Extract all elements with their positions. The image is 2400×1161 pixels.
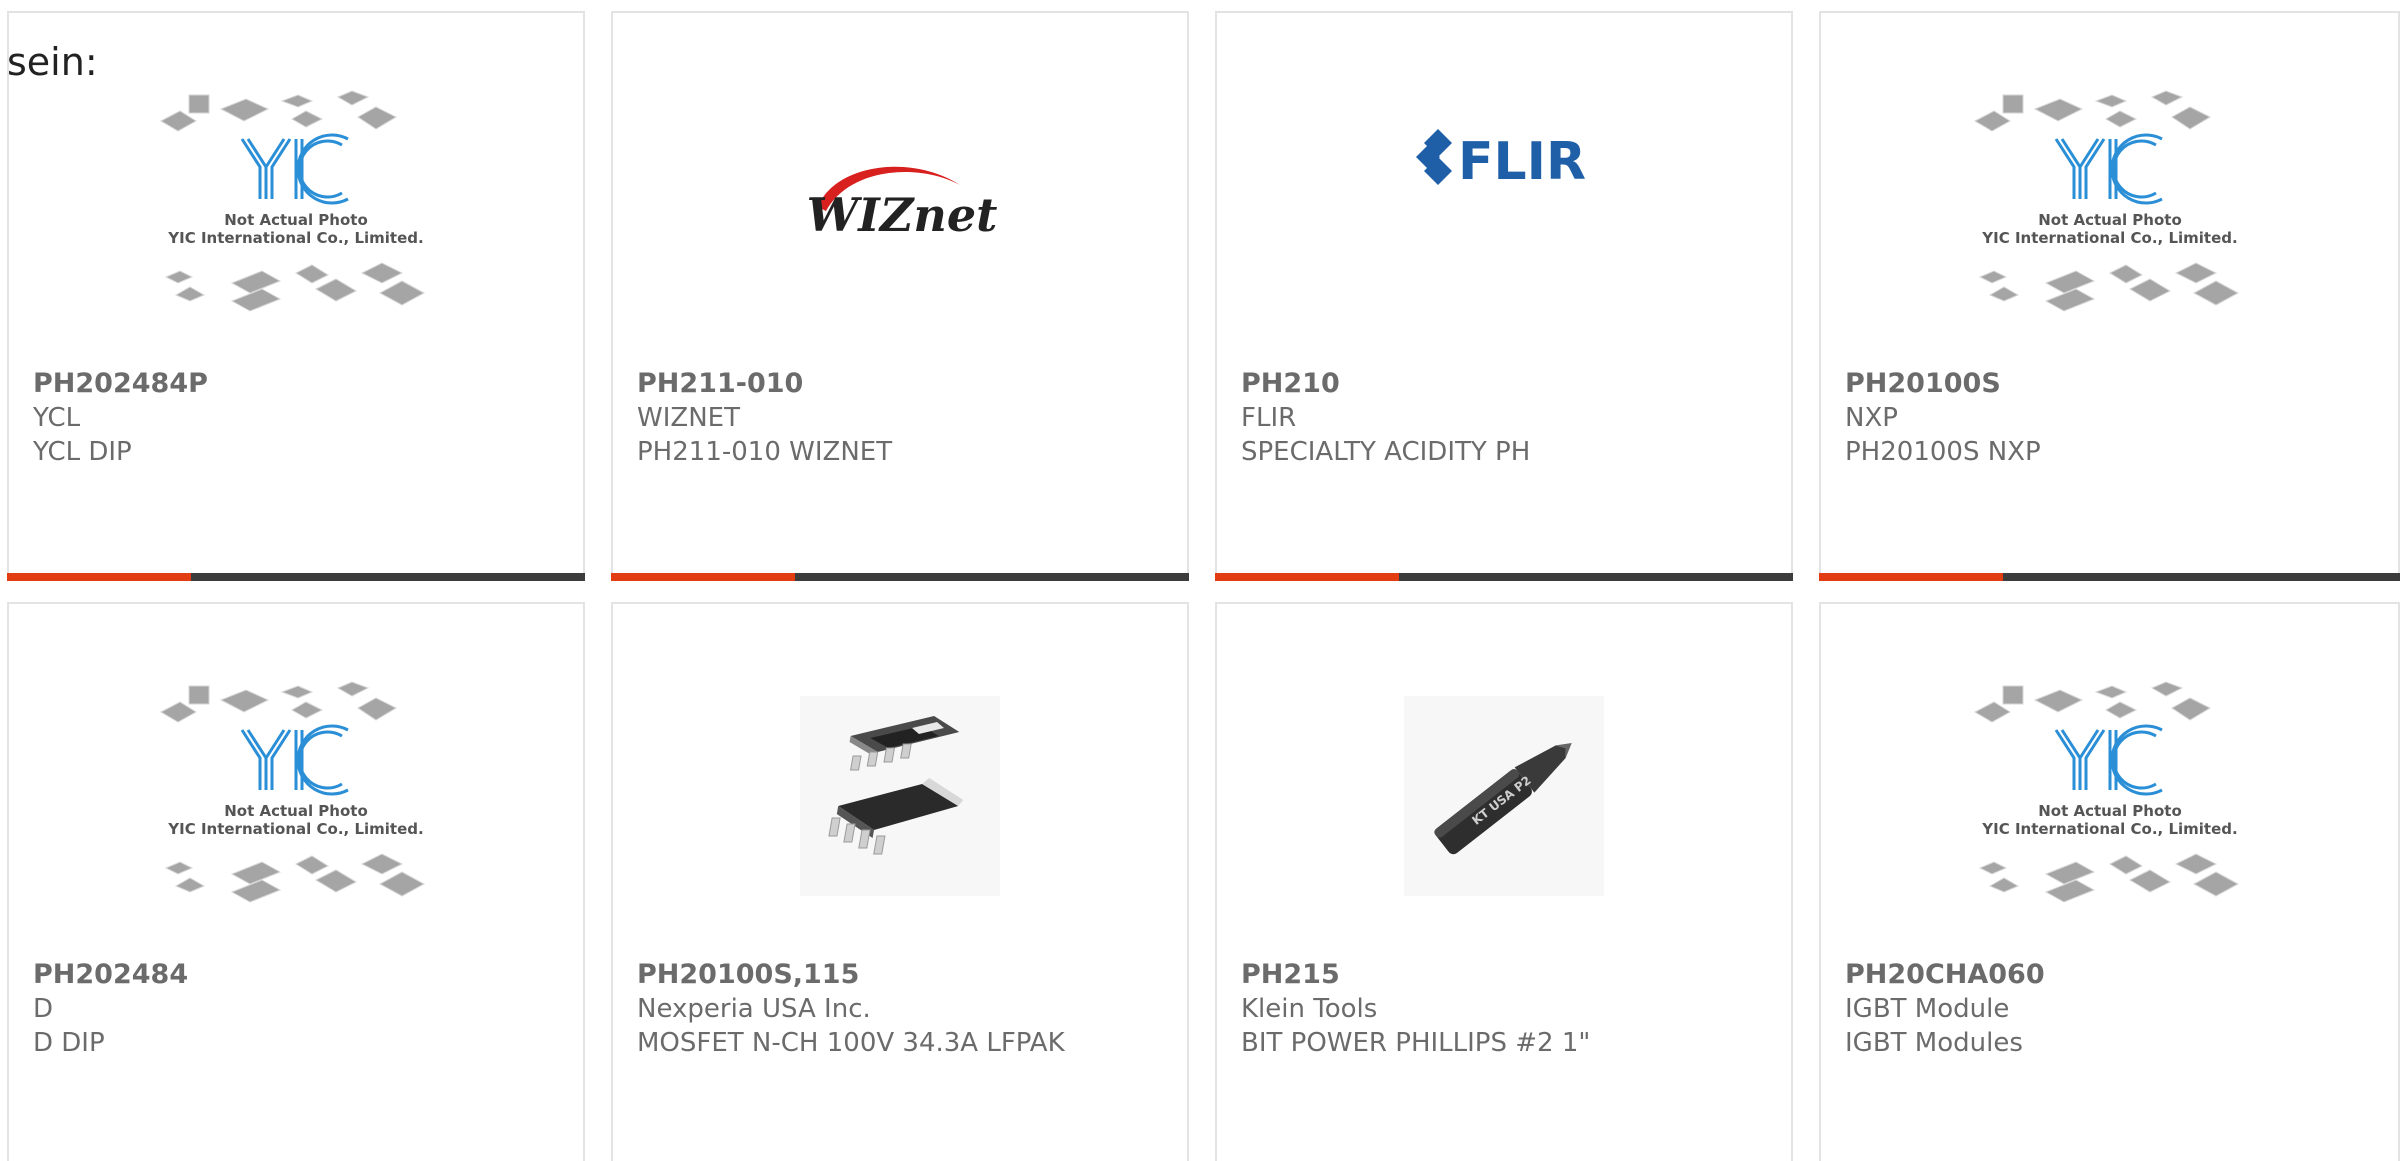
product-info: PH202484P YCL YCL DIP [33,367,563,469]
description: PH211-010 WIZNET [637,437,893,467]
description: BIT POWER PHILLIPS #2 1" [1241,1028,1591,1058]
product-info: PH20100S NXP PH20100S NXP [1845,367,2378,469]
product-image[interactable]: WIZnet [613,87,1187,323]
product-image[interactable]: Not Actual Photo YIC International Co., … [9,87,583,323]
part-number[interactable]: PH215 [1241,958,1771,992]
product-info: PH202484 D D DIP [33,958,563,1060]
card-bar-accent [611,573,795,581]
yic-placeholder-image: Not Actual Photo YIC International Co., … [159,681,426,903]
manufacturer: Klein Tools [1241,994,1378,1024]
manufacturer: NXP [1845,403,1898,433]
manufacturer: D [33,994,54,1024]
part-number[interactable]: PH20CHA060 [1845,958,2378,992]
card-progress-bar [1215,573,1793,581]
product-card[interactable]: Not Actual Photo YIC International Co., … [7,602,585,1161]
screwdriver-bit-image: KT USA P2 [1404,696,1604,896]
product-image[interactable]: KT USA P2 [1217,678,1791,914]
card-bar-accent [1819,573,2003,581]
product-info: PH20100S,115 Nexperia USA Inc. MOSFET N-… [637,958,1167,1060]
manufacturer: IGBT Module [1845,994,2010,1024]
product-info: PH215 Klein Tools BIT POWER PHILLIPS #2 … [1241,958,1771,1060]
flir-logo-text: FLIR [1458,132,1586,192]
placeholder-line2: YIC International Co., Limited. [167,820,423,838]
product-card[interactable]: PH20100S,115 Nexperia USA Inc. MOSFET N-… [611,602,1189,1161]
yic-placeholder-image: Not Actual Photo YIC International Co., … [159,90,426,312]
part-number[interactable]: PH211-010 [637,367,1167,401]
product-card[interactable]: Not Actual Photo YIC International Co., … [7,11,585,581]
product-card[interactable]: FLIR PH210 FLIR SPECIALTY ACIDITY PH [1215,11,1793,581]
part-number[interactable]: PH20100S [1845,367,2378,401]
product-card[interactable]: Not Actual Photo YIC International Co., … [1819,602,2400,1161]
description: D DIP [33,1028,105,1058]
placeholder-line2: YIC International Co., Limited. [167,229,423,247]
manufacturer: Nexperia USA Inc. [637,994,871,1024]
description: SPECIALTY ACIDITY PH [1241,437,1531,467]
card-bar-accent [1215,573,1399,581]
product-card[interactable]: KT USA P2 PH215 Klein Tools BIT POWER PH… [1215,602,1793,1161]
yic-placeholder-image: Not Actual Photo YIC International Co., … [1973,681,2239,903]
product-image[interactable] [613,678,1187,914]
part-number[interactable]: PH210 [1241,367,1771,401]
product-info: PH20CHA060 IGBT Module IGBT Modules [1845,958,2378,1060]
card-progress-bar [611,573,1189,581]
product-card[interactable]: Not Actual Photo YIC International Co., … [1819,11,2400,581]
product-image[interactable]: Not Actual Photo YIC International Co., … [9,678,583,914]
wiznet-logo-text: WIZnet [807,188,998,242]
product-image[interactable]: FLIR [1217,73,1791,273]
flir-logo: FLIR [1416,129,1586,192]
lfpak-package-image [800,696,1000,896]
product-card[interactable]: WIZnet PH211-010 WIZNET PH211-010 WIZNET [611,11,1189,581]
product-image[interactable]: Not Actual Photo YIC International Co., … [1821,87,2398,323]
yic-placeholder-image: Not Actual Photo YIC International Co., … [1973,90,2239,312]
manufacturer: WIZNET [637,403,740,433]
product-image[interactable]: Not Actual Photo YIC International Co., … [1821,678,2398,914]
placeholder-line2: YIC International Co., Limited. [1981,229,2237,247]
manufacturer: YCL [33,403,81,433]
placeholder-line1: Not Actual Photo [2038,211,2182,229]
card-bar-accent [7,573,191,581]
description: YCL DIP [33,437,132,467]
part-number[interactable]: PH202484 [33,958,563,992]
description: IGBT Modules [1845,1028,2023,1058]
part-number[interactable]: PH20100S,115 [637,958,1167,992]
manufacturer: FLIR [1241,403,1297,433]
product-info: PH211-010 WIZNET PH211-010 WIZNET [637,367,1167,469]
placeholder-line1: Not Actual Photo [2038,802,2182,820]
placeholder-line1: Not Actual Photo [224,211,368,229]
wiznet-logo: WIZnet [807,166,998,242]
card-progress-bar [1819,573,2400,581]
product-grid-page: sein: Not Actual Photo YIC International… [0,0,2400,1161]
placeholder-line1: Not Actual Photo [224,802,368,820]
placeholder-line2: YIC International Co., Limited. [1981,820,2237,838]
intro-text: sein: [7,40,98,84]
description: PH20100S NXP [1845,437,2041,467]
description: MOSFET N-CH 100V 34.3A LFPAK [637,1028,1065,1058]
product-info: PH210 FLIR SPECIALTY ACIDITY PH [1241,367,1771,469]
card-progress-bar [7,573,585,581]
part-number[interactable]: PH202484P [33,367,563,401]
